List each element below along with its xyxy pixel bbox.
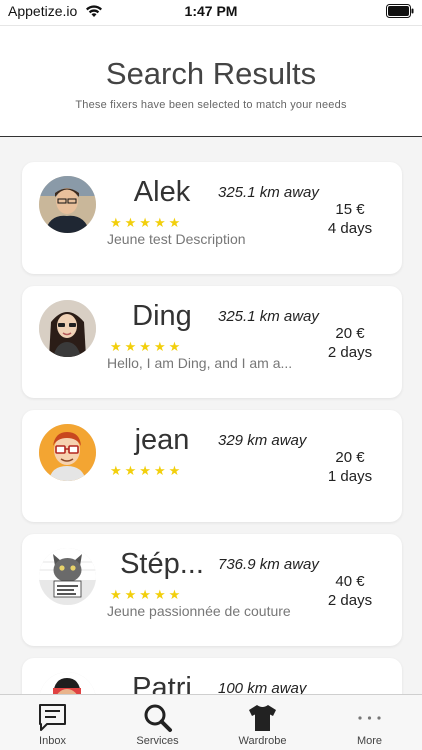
fixer-card[interactable]: Ding 325.1 km away ★★★★★ Hello, I am Din… [22, 286, 402, 398]
more-dots-icon [358, 716, 381, 720]
fixer-name: jean [134, 424, 190, 456]
tshirt-icon [249, 705, 276, 731]
page-subtitle: These fixers have been selected to match… [75, 99, 347, 111]
tab-label: Wardrobe [238, 735, 287, 747]
rating-stars: ★★★★★ [110, 463, 184, 478]
inbox-icon [39, 704, 66, 731]
distance-label: 736.9 km away [218, 556, 319, 573]
distance-label: 325.1 km away [218, 308, 319, 325]
price-label: 40 € [335, 573, 365, 590]
tab-more[interactable]: More [317, 695, 422, 750]
tab-inbox[interactable]: Inbox [0, 695, 105, 750]
battery-icon [386, 4, 414, 18]
distance-label: 100 km away [218, 680, 307, 694]
man-portrait-icon [39, 176, 96, 233]
person-avatar-icon [39, 672, 96, 694]
clock-time: 1:47 PM [184, 3, 238, 19]
page-title: Search Results [105, 56, 317, 91]
fixer-card[interactable]: Alek 325.1 km away ★★★★★ Jeune test Desc… [22, 162, 402, 274]
tab-wardrobe[interactable]: Wardrobe [210, 695, 315, 750]
fixer-name: Alek [133, 176, 191, 208]
duration-label: 4 days [327, 220, 373, 237]
fixer-description: Jeune test Description [107, 231, 246, 247]
tab-label: Inbox [39, 735, 66, 747]
status-divider [0, 25, 422, 26]
search-icon [144, 704, 172, 732]
fixer-description: Jeune passionnée de couture [107, 603, 291, 619]
rating-stars: ★★★★★ [110, 215, 184, 230]
tab-label: Services [136, 735, 179, 747]
distance-label: 329 km away [218, 432, 307, 449]
fixer-card[interactable]: jean 329 km away ★★★★★ 20 € 1 days [22, 410, 402, 522]
fixer-card[interactable]: Stép... 736.9 km away ★★★★★ Jeune passio… [22, 534, 402, 646]
cat-portrait-icon [39, 548, 96, 605]
distance-label: 325.1 km away [218, 184, 319, 201]
status-bar: Appetize.io 1:47 PM [0, 0, 422, 24]
duration-label: 1 days [327, 468, 373, 485]
duration-label: 2 days [327, 344, 373, 361]
fixer-description: Hello, I am Ding, and I am a... [107, 355, 293, 371]
fixer-name: Stép... [120, 548, 204, 580]
duration-label: 2 days [327, 592, 373, 609]
price-label: 20 € [335, 449, 365, 466]
results-list[interactable]: Alek 325.1 km away ★★★★★ Jeune test Desc… [0, 137, 422, 694]
tab-services[interactable]: Services [105, 695, 210, 750]
cartoon-man-icon [39, 424, 96, 481]
fixer-name: Ding [132, 300, 192, 332]
tab-label: More [356, 735, 383, 747]
price-label: 20 € [335, 325, 365, 342]
price-label: 15 € [335, 201, 365, 218]
rating-stars: ★★★★★ [110, 587, 184, 602]
woman-portrait-icon [39, 300, 96, 357]
fixer-card[interactable]: Patri 100 km away [22, 658, 402, 694]
rating-stars: ★★★★★ [110, 339, 184, 354]
tab-bar: Inbox Services Wardrobe More [0, 694, 422, 750]
fixer-name: Patri [132, 672, 192, 694]
